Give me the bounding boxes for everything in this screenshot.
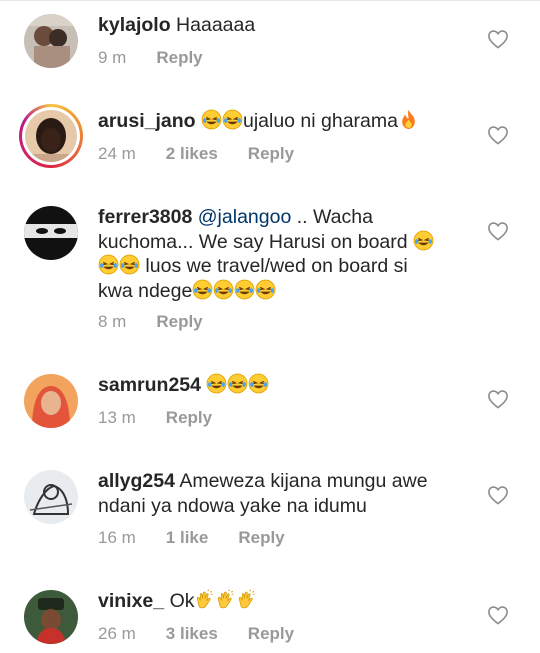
comment-text-line: Ameweza kijana mungu awe: [179, 470, 428, 492]
comment-username[interactable]: ferrer3808: [98, 206, 192, 228]
comment-username[interactable]: kylajolo: [98, 14, 171, 36]
clapping-hands-emoji: [236, 589, 257, 610]
reply-button[interactable]: Reply: [156, 48, 202, 68]
like-heart-icon[interactable]: [487, 605, 509, 625]
avatar[interactable]: [24, 206, 78, 260]
comment-time: 8 m: [98, 312, 127, 331]
comment-text-line: .. Wacha: [296, 206, 373, 228]
mention-link[interactable]: @jalangoo: [198, 206, 292, 228]
laughing-tears-emoji: [201, 109, 222, 130]
reply-button[interactable]: Reply: [156, 312, 202, 332]
laughing-tears-emoji: [248, 373, 269, 394]
clapping-hands-emoji: [215, 589, 236, 610]
comment-text: Haaaaaa: [176, 14, 256, 36]
like-heart-icon[interactable]: [487, 29, 509, 49]
laughing-tears-emoji: [227, 373, 248, 394]
comment-time: 9 m: [98, 48, 127, 67]
avatar[interactable]: [24, 470, 78, 524]
clapping-hands-emoji: [194, 589, 215, 610]
comment-username[interactable]: allyg254: [98, 470, 175, 492]
likes-count[interactable]: 2 likes: [166, 144, 218, 164]
top-divider: [0, 0, 540, 1]
likes-count[interactable]: 1 like: [166, 528, 209, 548]
like-heart-icon[interactable]: [487, 389, 509, 409]
laughing-tears-emoji: [98, 254, 119, 275]
comment-text: Ok: [169, 590, 195, 612]
comment-time: 24 m: [98, 144, 136, 163]
reply-button[interactable]: Reply: [248, 624, 294, 644]
avatar[interactable]: [24, 14, 78, 68]
avatar[interactable]: [24, 374, 78, 428]
like-heart-icon[interactable]: [487, 221, 509, 241]
laughing-tears-emoji: [206, 373, 227, 394]
laughing-tears-emoji: [192, 279, 213, 300]
comment-text-line: kwa ndege: [98, 279, 193, 302]
comment-username[interactable]: vinixe_: [98, 590, 164, 612]
comment-username[interactable]: samrun254: [98, 374, 201, 396]
comment-username[interactable]: arusi_jano: [98, 110, 196, 132]
avatar[interactable]: [24, 590, 78, 644]
reply-button[interactable]: Reply: [248, 144, 294, 164]
laughing-tears-emoji: [255, 279, 276, 300]
fire-emoji: [398, 109, 419, 130]
comment-text-line: kuchoma... We say Harusi on board: [98, 230, 408, 253]
like-heart-icon[interactable]: [487, 485, 509, 505]
avatar-story-ring[interactable]: [19, 104, 83, 168]
comment-text-line: ndani ya ndowa yake na idumu: [98, 494, 367, 517]
likes-count[interactable]: 3 likes: [166, 624, 218, 644]
laughing-tears-emoji: [119, 254, 140, 275]
comment-text: ujaluo ni gharama: [242, 110, 398, 132]
comment-text-line: luos we travel/wed on board si: [145, 255, 408, 277]
laughing-tears-emoji: [234, 279, 255, 300]
laughing-tears-emoji: [222, 109, 243, 130]
reply-button[interactable]: Reply: [238, 528, 284, 548]
comment-time: 13 m: [98, 408, 136, 427]
like-heart-icon[interactable]: [487, 125, 509, 145]
laughing-tears-emoji: [413, 230, 434, 251]
reply-button[interactable]: Reply: [166, 408, 212, 428]
laughing-tears-emoji: [213, 279, 234, 300]
comment-time: 16 m: [98, 528, 136, 547]
comment-time: 26 m: [98, 624, 136, 643]
